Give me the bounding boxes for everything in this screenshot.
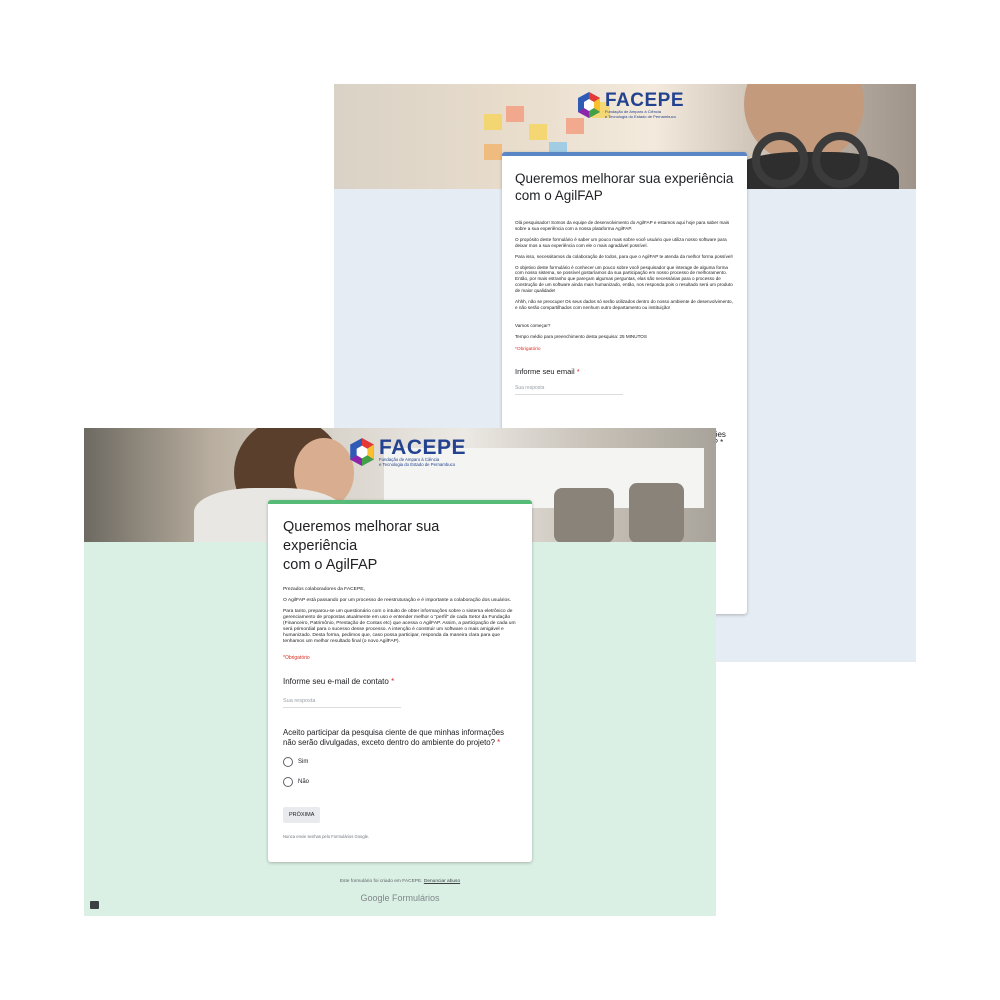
- question-label: Informe seu e-mail de contato *: [283, 677, 395, 686]
- radio-option-sim[interactable]: Sim: [283, 757, 517, 767]
- google-forms-brand: Google Formulários: [360, 893, 440, 903]
- consent-question-label: Aceito participar da pesquisa ciente de …: [283, 728, 505, 747]
- email-answer-input[interactable]: Sua resposta: [515, 385, 623, 395]
- front-form-screenshot: FACEPE Fundação de Amparo à Ciência e Te…: [84, 428, 716, 916]
- never-submit-passwords-note: Nunca envie senhas pelo Formulários Goog…: [283, 834, 370, 839]
- required-note: *Obrigatório: [515, 346, 541, 352]
- radio-option-nao[interactable]: Não: [283, 777, 517, 787]
- required-note: *Obrigatório: [283, 655, 310, 661]
- facepe-logo: FACEPE Fundação de Amparo à Ciência e Te…: [576, 91, 684, 119]
- form-description: Olá pesquisador! Somos da equipe de dese…: [515, 220, 733, 339]
- form-description: Prezados colaboradores da FACEPE, O Agil…: [283, 587, 516, 644]
- report-abuse-link[interactable]: Denunciar abuso: [424, 879, 460, 884]
- logo-subtitle: e Tecnologia do Estado de Pernambuco: [379, 461, 456, 467]
- report-feedback-icon[interactable]: [90, 901, 99, 909]
- radio-button[interactable]: [283, 777, 293, 787]
- sticky-note: [506, 106, 524, 122]
- form-title: Queremos melhorar sua experiência com o …: [283, 519, 440, 573]
- form-footer: Este formulário foi criado em FACEPE. De…: [339, 879, 461, 884]
- sticky-note: [484, 114, 502, 130]
- next-button[interactable]: PRÓXIMA: [283, 807, 321, 823]
- office-chair: [629, 483, 684, 542]
- form-title: Queremos melhorar sua experiência com o …: [515, 171, 734, 203]
- office-chair: [554, 488, 614, 542]
- logo-name: FACEPE: [379, 436, 467, 459]
- email-answer-input[interactable]: Sua resposta: [283, 698, 401, 708]
- radio-option-label: Não: [298, 779, 310, 785]
- facepe-logo-icon: [578, 92, 600, 118]
- question-label: Informe seu email *: [515, 366, 580, 376]
- sticky-note: [484, 144, 502, 160]
- logo-subtitle: e Tecnologia do Estado de Pernambuco: [605, 113, 676, 119]
- facepe-logo: FACEPE Fundação de Amparo à Ciência e Te…: [348, 437, 466, 467]
- front-form-card: Queremos melhorar sua experiência com o …: [268, 500, 532, 862]
- facepe-logo-icon: [350, 438, 374, 466]
- sticky-note: [566, 118, 584, 134]
- sticky-note: [529, 124, 547, 140]
- headphones-image: [752, 132, 808, 188]
- radio-option-label: Sim: [298, 759, 309, 765]
- logo-name: FACEPE: [605, 90, 685, 112]
- radio-button[interactable]: [283, 757, 293, 767]
- headphones-image: [812, 132, 868, 188]
